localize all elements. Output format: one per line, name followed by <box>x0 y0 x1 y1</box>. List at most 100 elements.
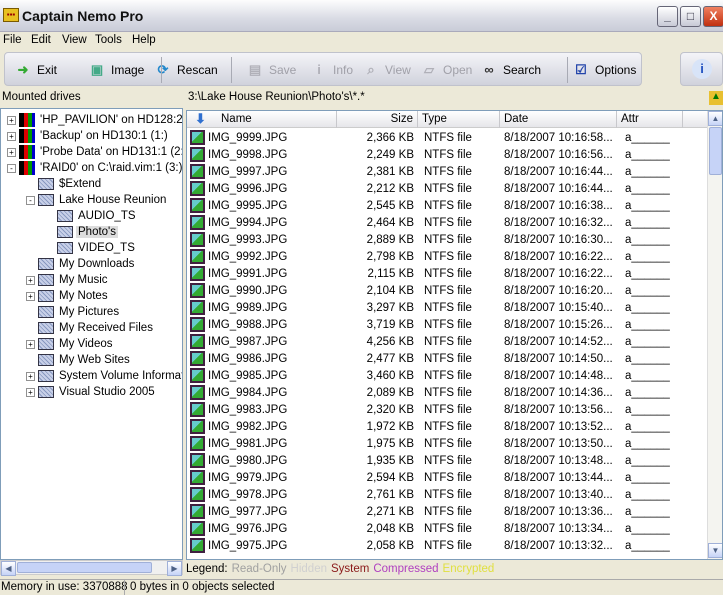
tree-item[interactable]: System Volume Informatio <box>38 368 182 384</box>
tree-horizontal-scrollbar[interactable]: ◀ ▶ <box>0 560 183 576</box>
tree-item[interactable]: AUDIO_TS <box>57 208 138 224</box>
jpg-file-icon <box>190 538 205 553</box>
table-row[interactable]: IMG_9986.JPG 2,477 KB NTFS file 8/18/2007 1… <box>187 351 709 368</box>
table-row[interactable]: IMG_9980.JPG 1,935 KB NTFS file 8/18/2007 1… <box>187 453 709 470</box>
open-button[interactable]: ▱ Open <box>419 59 472 81</box>
table-row[interactable]: IMG_9990.JPG 2,104 KB NTFS file 8/18/2007 1… <box>187 283 709 300</box>
scroll-down-button[interactable]: ▼ <box>708 543 722 558</box>
table-row[interactable]: IMG_9981.JPG 1,975 KB NTFS file 8/18/2007 1… <box>187 436 709 453</box>
tree-item[interactable]: 'Backup' on HD130:1 (1:) <box>19 128 170 144</box>
search-button[interactable]: ∞ Search <box>479 59 541 81</box>
up-folder-icon[interactable]: ▲ <box>709 91 723 105</box>
image-button[interactable]: ▣ Image <box>87 59 145 81</box>
tree-item[interactable]: My Web Sites <box>38 352 132 368</box>
expander-plus-icon[interactable]: + <box>7 116 16 125</box>
minimize-button[interactable]: _ <box>657 6 678 27</box>
column-header-name[interactable]: Name <box>187 111 337 128</box>
table-row[interactable]: IMG_9983.JPG 2,320 KB NTFS file 8/18/2007 1… <box>187 402 709 419</box>
tree-item[interactable]: 'HP_PAVILION' on HD128:2 ( <box>19 112 182 128</box>
tree-item[interactable]: My Music <box>38 272 110 288</box>
checklist-icon: ☑ <box>575 62 587 77</box>
scroll-up-button[interactable]: ▲ <box>708 111 722 126</box>
exit-button[interactable]: ➜ Exit <box>13 59 57 81</box>
exit-label: Exit <box>37 63 58 77</box>
table-row[interactable]: IMG_9998.JPG 2,249 KB NTFS file 8/18/2007 1… <box>187 147 709 164</box>
table-row[interactable]: IMG_9993.JPG 2,889 KB NTFS file 8/18/2007 1… <box>187 232 709 249</box>
jpg-file-icon <box>190 283 205 298</box>
menu-edit[interactable]: Edit <box>31 34 51 46</box>
menu-view[interactable]: View <box>62 34 87 46</box>
expander-minus-icon[interactable]: - <box>26 196 35 205</box>
tree-item[interactable]: My Pictures <box>38 304 121 320</box>
tree-item[interactable]: My Downloads <box>38 256 136 272</box>
expander-plus-icon[interactable]: + <box>26 276 35 285</box>
info-button[interactable]: i Info <box>309 59 353 81</box>
cell-name: IMG_9991.JPG <box>208 268 288 280</box>
save-button[interactable]: ▤ Save <box>245 59 297 81</box>
expander-minus-icon[interactable]: - <box>7 164 16 173</box>
tree-item[interactable]: Visual Studio 2005 <box>38 384 157 400</box>
table-row[interactable]: IMG_9985.JPG 3,460 KB NTFS file 8/18/2007 1… <box>187 368 709 385</box>
menu-help[interactable]: Help <box>132 34 156 46</box>
table-row[interactable]: IMG_9994.JPG 2,464 KB NTFS file 8/18/2007 1… <box>187 215 709 232</box>
tree-item[interactable]: My Notes <box>38 288 110 304</box>
table-row[interactable]: IMG_9979.JPG 2,594 KB NTFS file 8/18/2007 1… <box>187 470 709 487</box>
tree-item[interactable]: 'RAID0' on C:\raid.vim:1 (3:) <box>19 160 182 176</box>
table-row[interactable]: IMG_9978.JPG 2,761 KB NTFS file 8/18/2007 1… <box>187 487 709 504</box>
table-row[interactable]: IMG_9992.JPG 2,798 KB NTFS file 8/18/2007 1… <box>187 249 709 266</box>
table-row[interactable]: IMG_9989.JPG 3,297 KB NTFS file 8/18/2007 1… <box>187 300 709 317</box>
scroll-thumb[interactable] <box>709 127 722 175</box>
cell-type: NTFS file <box>424 353 472 365</box>
tree-item-label: Lake House Reunion <box>59 194 167 206</box>
expander-plus-icon[interactable]: + <box>26 372 35 381</box>
cell-name: IMG_9992.JPG <box>208 251 288 263</box>
tree-item[interactable]: 'Probe Data' on HD131:1 (2:) <box>19 144 182 160</box>
scroll-left-button[interactable]: ◀ <box>1 561 16 576</box>
expander-plus-icon[interactable]: + <box>26 388 35 397</box>
column-header-size[interactable]: Size <box>337 111 418 128</box>
cell-size: 3,719 KB <box>366 319 414 331</box>
scroll-thumb[interactable] <box>17 562 152 573</box>
info-help-icon[interactable]: i <box>692 59 712 79</box>
tree-item[interactable]: My Received Files <box>38 320 155 336</box>
table-row[interactable]: IMG_9975.JPG 2,058 KB NTFS file 8/18/2007 1… <box>187 538 709 555</box>
tree-item[interactable]: Photo's <box>57 224 118 240</box>
binoculars-icon: ∞ <box>484 62 494 77</box>
maximize-button[interactable]: □ <box>680 6 701 27</box>
cell-type: NTFS file <box>424 200 472 212</box>
column-header-date[interactable]: Date <box>500 111 617 128</box>
menu-file[interactable]: File <box>3 34 22 46</box>
options-button[interactable]: ☑ Options <box>571 59 636 81</box>
column-header-type[interactable]: Type <box>418 111 500 128</box>
cell-name: IMG_9980.JPG <box>208 455 288 467</box>
expander-plus-icon[interactable]: + <box>26 292 35 301</box>
jpg-file-icon <box>190 521 205 536</box>
tree-item[interactable]: My Videos <box>38 336 114 352</box>
tree-item[interactable]: VIDEO_TS <box>57 240 137 256</box>
tree-item[interactable]: $Extend <box>38 176 103 192</box>
table-row[interactable]: IMG_9996.JPG 2,212 KB NTFS file 8/18/2007 1… <box>187 181 709 198</box>
table-row[interactable]: IMG_9991.JPG 2,115 KB NTFS file 8/18/2007 1… <box>187 266 709 283</box>
sort-arrow-icon[interactable]: ⬇ <box>195 111 206 127</box>
table-row[interactable]: IMG_9997.JPG 2,381 KB NTFS file 8/18/2007 1… <box>187 164 709 181</box>
table-row[interactable]: IMG_9976.JPG 2,048 KB NTFS file 8/18/2007 1… <box>187 521 709 538</box>
scroll-right-button[interactable]: ▶ <box>167 561 182 576</box>
expander-plus-icon[interactable]: + <box>7 148 16 157</box>
table-row[interactable]: IMG_9995.JPG 2,545 KB NTFS file 8/18/2007 1… <box>187 198 709 215</box>
expander-plus-icon[interactable]: + <box>7 132 16 141</box>
view-button[interactable]: ⌕ View <box>361 59 410 81</box>
table-row[interactable]: IMG_9984.JPG 2,089 KB NTFS file 8/18/2007 1… <box>187 385 709 402</box>
file-list-vertical-scrollbar[interactable]: ▲ ▼ <box>707 111 722 559</box>
table-row[interactable]: IMG_9987.JPG 4,256 KB NTFS file 8/18/2007 1… <box>187 334 709 351</box>
tree-item[interactable]: Lake House Reunion <box>38 192 168 208</box>
menu-tools[interactable]: Tools <box>95 34 122 46</box>
table-row[interactable]: IMG_9988.JPG 3,719 KB NTFS file 8/18/2007 1… <box>187 317 709 334</box>
rescan-button[interactable]: ⟳ Rescan <box>153 59 218 81</box>
mounted-drives-label: Mounted drives <box>2 91 81 103</box>
expander-plus-icon[interactable]: + <box>26 340 35 349</box>
column-header-attr[interactable]: Attr <box>617 111 683 128</box>
table-row[interactable]: IMG_9977.JPG 2,271 KB NTFS file 8/18/2007 1… <box>187 504 709 521</box>
table-row[interactable]: IMG_9999.JPG 2,366 KB NTFS file 8/18/2007 1… <box>187 130 709 147</box>
table-row[interactable]: IMG_9982.JPG 1,972 KB NTFS file 8/18/2007 1… <box>187 419 709 436</box>
close-button[interactable]: X <box>703 6 723 27</box>
